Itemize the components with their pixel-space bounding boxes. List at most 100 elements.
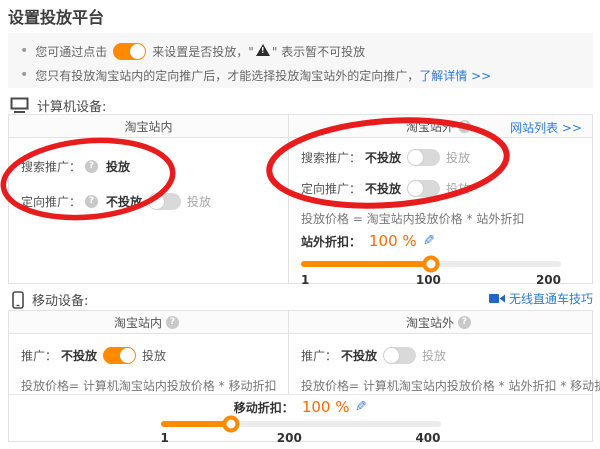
offsite-discount-slider[interactable]	[301, 261, 561, 267]
promo-label: 推广：	[21, 347, 57, 364]
targeted-promo-state: 不投放	[365, 180, 401, 197]
mobile-offsite-price-formula: 投放价格= 计算机淘宝站内投放价格 * 站外折扣 * 移动折扣	[301, 377, 600, 394]
toggle-knob	[120, 348, 135, 363]
computer-offsite-header-label: 淘宝站外	[406, 118, 454, 135]
offsite-discount-label: 站外折扣：	[301, 233, 361, 250]
mobile-onsite-promo-toggle[interactable]	[103, 347, 136, 364]
wireless-tips-link[interactable]: 无线直通车技巧	[489, 290, 593, 307]
computer-table-body: 搜索推广： ? 投放 定向推广： ? 不投放 投放 搜索推广： 不投放 投放	[9, 138, 592, 284]
promo-option: 投放	[422, 347, 446, 364]
slider-knob[interactable]	[423, 256, 440, 273]
notice-line-2: • 您只有投放淘宝站内的定向推广后，才能选择投放淘宝站外的定向推广， 了解详情 …	[20, 63, 581, 87]
computer-icon	[10, 97, 29, 114]
bullet-icon: •	[20, 69, 28, 81]
mobile-discount-label: 移动折扣：	[234, 399, 294, 416]
offsite-price-formula: 投放价格 = 淘宝站内投放价格 * 站外折扣	[301, 210, 580, 227]
search-promo-label: 搜索推广：	[21, 158, 81, 175]
mobile-offsite-cell: 推广： 不投放 投放 投放价格= 计算机淘宝站内投放价格 * 站外折扣 * 移动…	[289, 334, 600, 394]
mobile-offsite-promo-row: 推广： 不投放 投放	[301, 347, 600, 364]
computer-onsite-header: 淘宝站内	[9, 115, 289, 137]
toggle-knob	[408, 150, 423, 165]
notice1-mid: 来设置是否投放，"	[152, 43, 254, 60]
toggle-knob	[130, 44, 145, 59]
mobile-table-body: 推广： 不投放 投放 投放价格= 计算机淘宝站内投放价格 * 移动折扣 推广： …	[9, 334, 592, 394]
mobile-onsite-header: 淘宝站内 ?	[9, 311, 289, 333]
bullet-icon: •	[20, 45, 28, 57]
computer-section-header: 计算机设备:	[10, 96, 106, 115]
computer-onsite-search-row: 搜索推广： ? 投放	[21, 158, 276, 175]
computer-offsite-header: 淘宝站外 ? 网站列表 >>	[289, 115, 592, 137]
offsite-discount-value: 100 %	[369, 232, 417, 250]
targeted-promo-label: 定向推广：	[301, 180, 361, 197]
targeted-promo-option: 投放	[187, 193, 211, 210]
placement-settings-page: 设置投放平台 • 您可通过点击 来设置是否投放，" " 表示暂不可投放 • 您只…	[0, 0, 600, 449]
slider-fill	[301, 261, 431, 267]
computer-table-header: 淘宝站内 淘宝站外 ? 网站列表 >>	[9, 115, 592, 138]
targeted-promo-label: 定向推广：	[21, 193, 81, 210]
mobile-discount-section: 移动折扣： 100 % ✎ 1 200 400	[9, 394, 592, 441]
edit-icon[interactable]: ✎	[423, 233, 435, 249]
notice2-text: 您只有投放淘宝站内的定向推广后，才能选择投放淘宝站外的定向推广，	[35, 67, 419, 84]
targeted-promo-option: 投放	[446, 180, 470, 197]
offsite-discount-row: 站外折扣： 100 % ✎	[301, 232, 580, 250]
help-icon[interactable]: ?	[458, 120, 471, 133]
computer-offsite-search-row: 搜索推广： 不投放 投放	[301, 149, 580, 166]
help-icon[interactable]: ?	[458, 316, 471, 329]
help-icon[interactable]: ?	[166, 316, 179, 329]
mobile-onsite-header-label: 淘宝站内	[114, 314, 162, 331]
search-promo-label: 搜索推广：	[301, 149, 361, 166]
mobile-offsite-header-label: 淘宝站外	[406, 314, 454, 331]
toggle-knob	[408, 181, 423, 196]
computer-offsite-targeted-row: 定向推广： 不投放 投放	[301, 180, 580, 197]
notice1-post: " 表示暂不可投放	[272, 43, 365, 60]
computer-offsite-targeted-toggle[interactable]	[407, 180, 440, 197]
mobile-discount-slider[interactable]	[161, 421, 441, 427]
slider-max-label: 400	[415, 431, 440, 445]
mobile-section-title: 移动设备:	[32, 290, 88, 309]
mobile-offsite-header: 淘宝站外 ?	[289, 311, 592, 333]
learn-more-link[interactable]: 了解详情 >>	[419, 67, 491, 84]
mobile-section-header: 移动设备:	[12, 290, 88, 309]
slider-min-label: 1	[301, 273, 309, 287]
promo-state: 不投放	[61, 347, 97, 364]
mobile-onsite-cell: 推广： 不投放 投放 投放价格= 计算机淘宝站内投放价格 * 移动折扣	[9, 334, 289, 394]
computer-onsite-header-label: 淘宝站内	[124, 118, 172, 135]
warning-triangle-icon	[256, 44, 270, 56]
mobile-offsite-promo-toggle[interactable]	[383, 347, 416, 364]
edit-icon[interactable]: ✎	[355, 399, 367, 415]
notice-box: • 您可通过点击 来设置是否投放，" " 表示暂不可投放 • 您只有投放淘宝站内…	[8, 33, 593, 88]
computer-table: 淘宝站内 淘宝站外 ? 网站列表 >> 搜索推广： ? 投放 定向推广： ? 不…	[8, 114, 593, 284]
mobile-slider-labels: 1 200 400	[161, 431, 441, 446]
offsite-slider-labels: 1 100 200	[301, 273, 561, 288]
mobile-table-header: 淘宝站内 ? 淘宝站外 ?	[9, 311, 592, 334]
search-promo-option: 投放	[446, 149, 470, 166]
promo-state: 不投放	[341, 347, 377, 364]
slider-knob[interactable]	[222, 416, 239, 433]
notice-line-1: • 您可通过点击 来设置是否投放，" " 表示暂不可投放	[20, 39, 581, 63]
mobile-onsite-promo-row: 推广： 不投放 投放	[21, 347, 276, 364]
help-icon[interactable]: ?	[85, 195, 98, 208]
slider-fill	[161, 421, 231, 427]
computer-offsite-search-toggle[interactable]	[407, 149, 440, 166]
mobile-discount-wrap: 移动折扣： 100 % ✎ 1 200 400	[161, 395, 441, 446]
mobile-discount-value: 100 %	[302, 398, 350, 416]
computer-section-title: 计算机设备:	[37, 96, 106, 115]
targeted-promo-state: 不投放	[106, 193, 142, 210]
toggle-knob	[149, 194, 164, 209]
computer-onsite-targeted-toggle[interactable]	[148, 193, 181, 210]
slider-max-label: 200	[536, 273, 561, 287]
promo-option: 投放	[142, 347, 166, 364]
search-promo-state: 不投放	[365, 149, 401, 166]
help-icon[interactable]: ?	[85, 160, 98, 173]
promo-label: 推广：	[301, 347, 337, 364]
wireless-tips-label: 无线直通车技巧	[509, 290, 593, 307]
page-title: 设置投放平台	[8, 4, 104, 28]
example-toggle[interactable]	[113, 43, 146, 60]
slider-mid-label: 100	[416, 273, 441, 287]
computer-onsite-cell: 搜索推广： ? 投放 定向推广： ? 不投放 投放	[9, 138, 289, 284]
website-list-link[interactable]: 网站列表 >>	[510, 119, 582, 136]
mobile-discount-row: 移动折扣： 100 % ✎	[161, 398, 441, 416]
search-promo-state: 投放	[106, 158, 130, 175]
computer-onsite-targeted-row: 定向推广： ? 不投放 投放	[21, 193, 276, 210]
slider-min-label: 1	[161, 431, 169, 445]
